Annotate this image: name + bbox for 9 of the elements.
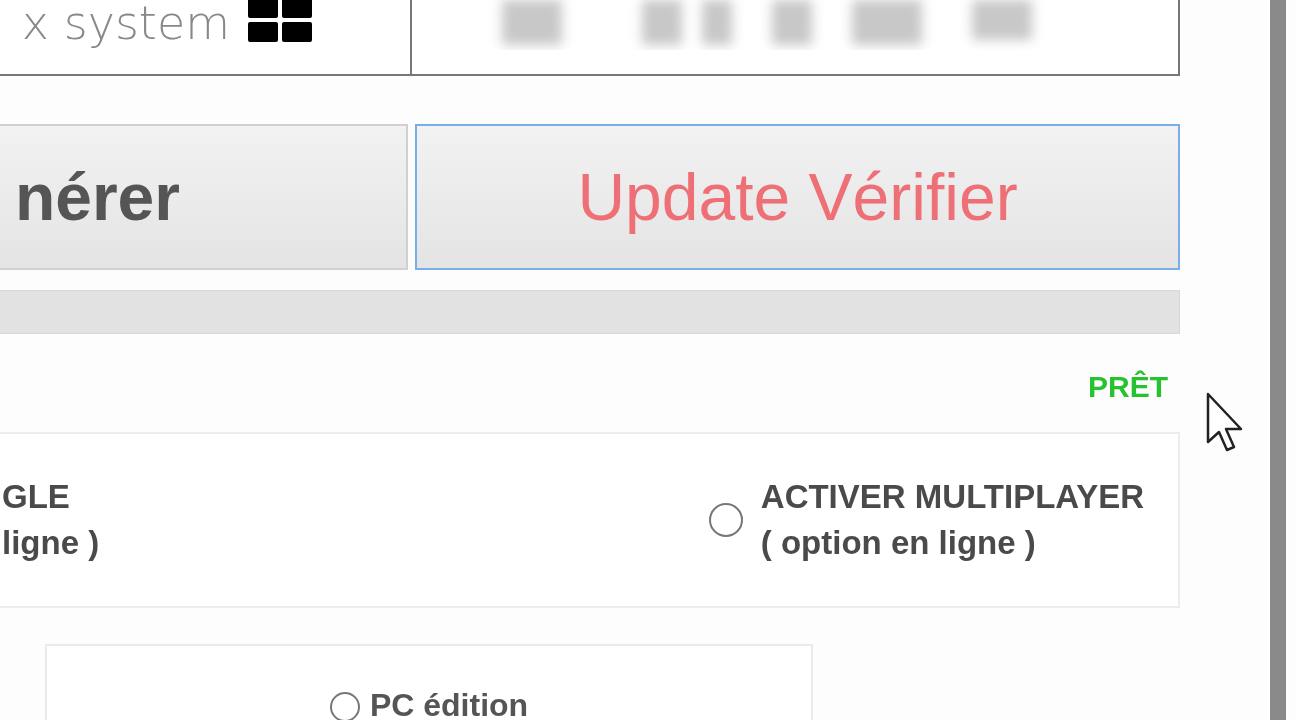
status-text: PRÊT bbox=[1088, 370, 1168, 404]
mode-label: GLE ligne ) bbox=[2, 477, 100, 563]
windows-icon bbox=[248, 0, 312, 42]
edition-label: PC édition bbox=[369, 688, 529, 720]
system-label: x system bbox=[21, 0, 230, 50]
mode-label: ACTIVER MULTIPLAYER ( option en ligne ) bbox=[760, 477, 1144, 563]
radio-button[interactable] bbox=[329, 692, 360, 720]
radio-button[interactable] bbox=[708, 503, 743, 537]
action-button[interactable]: nérer bbox=[0, 124, 408, 270]
